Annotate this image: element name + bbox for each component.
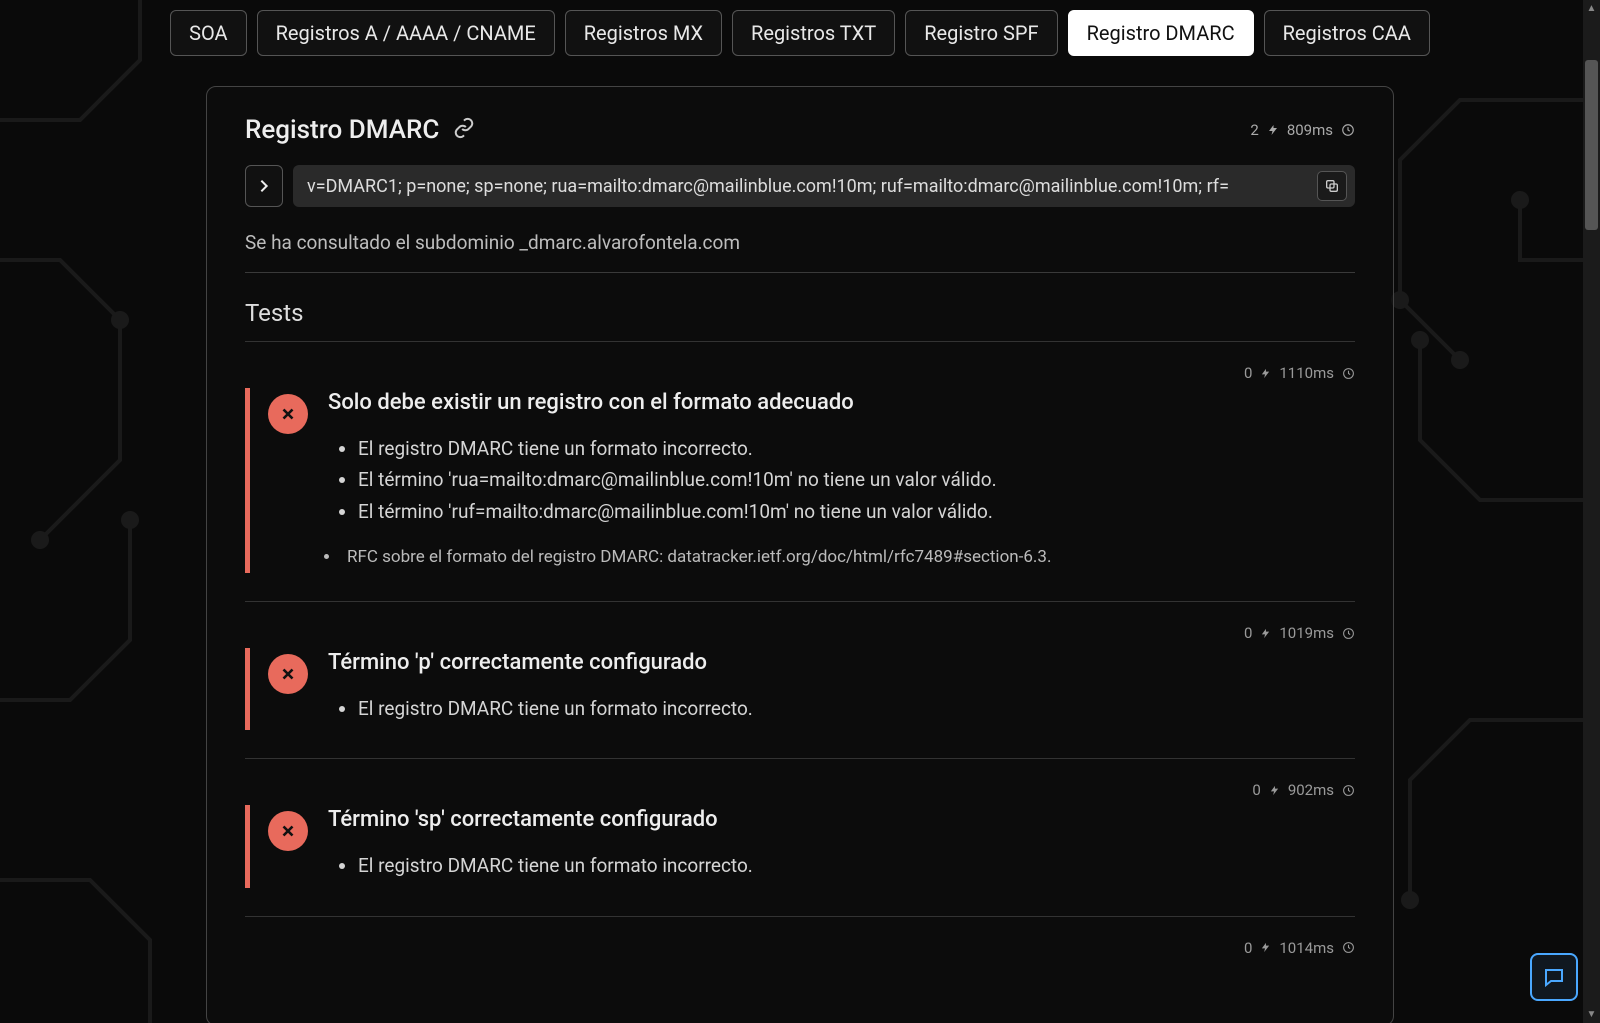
- test-point: El término 'ruf=mailto:dmarc@mailinblue.…: [358, 496, 1355, 527]
- subdomain-note: Se ha consultado el subdominio _dmarc.al…: [245, 231, 1355, 254]
- record-row: v=DMARC1; p=none; sp=none; rua=mailto:dm…: [245, 165, 1355, 207]
- bolt-icon: [1260, 627, 1271, 640]
- test-meta: 0 1019ms: [245, 624, 1355, 642]
- test-meta-count: 0: [1244, 939, 1252, 957]
- tab-soa[interactable]: SOA: [170, 10, 246, 56]
- test-content: Término 'sp' correctamente configurado El…: [328, 807, 1355, 881]
- test-points: El registro DMARC tiene un formato incor…: [328, 433, 1355, 527]
- test-body: Término 'p' correctamente configurado El …: [245, 648, 1355, 730]
- clock-icon: [1341, 123, 1355, 137]
- test-block: 0 1019ms Término 'p' correctamente configu…: [245, 624, 1355, 730]
- divider: [245, 916, 1355, 917]
- test-block: 0 1014ms: [245, 939, 1355, 957]
- test-content: Solo debe existir un registro con el for…: [328, 390, 1355, 567]
- record-value: v=DMARC1; p=none; sp=none; rua=mailto:dm…: [307, 176, 1317, 197]
- meta-count: 2: [1250, 121, 1258, 139]
- test-ref: RFC sobre el formato del registro DMARC:…: [324, 547, 1355, 567]
- test-meta-count: 0: [1244, 624, 1252, 642]
- test-point: El registro DMARC tiene un formato incor…: [358, 433, 1355, 464]
- link-icon[interactable]: [453, 117, 475, 143]
- tab-registro-spf[interactable]: Registro SPF: [905, 10, 1057, 56]
- error-status-icon: [268, 394, 308, 434]
- tab-registros-txt[interactable]: Registros TXT: [732, 10, 895, 56]
- test-body: Término 'sp' correctamente configurado El…: [245, 805, 1355, 887]
- bolt-icon: [1267, 123, 1279, 137]
- record-type-tabs: SOARegistros A / AAAA / CNAMERegistros M…: [0, 0, 1600, 56]
- divider: [245, 272, 1355, 273]
- panel-meta: 2 809ms: [1250, 121, 1355, 139]
- test-meta-time: 1110ms: [1279, 364, 1334, 382]
- record-value-box: v=DMARC1; p=none; sp=none; rua=mailto:dm…: [293, 165, 1355, 207]
- divider: [245, 758, 1355, 759]
- panel-title: Registro DMARC: [245, 115, 439, 145]
- bolt-icon: [1260, 941, 1271, 954]
- expand-record-button[interactable]: [245, 165, 283, 207]
- scrollbar[interactable]: ▲ ▼: [1583, 0, 1600, 1023]
- test-meta: 0 902ms: [245, 781, 1355, 799]
- tab-registros-mx[interactable]: Registros MX: [565, 10, 722, 56]
- ref-link[interactable]: datatracker.ietf.org/doc/html/rfc7489#se…: [667, 547, 1047, 567]
- test-points: El registro DMARC tiene un formato incor…: [328, 850, 1355, 881]
- test-point: El registro DMARC tiene un formato incor…: [358, 693, 1355, 724]
- error-status-icon: [268, 654, 308, 694]
- clock-icon: [1342, 367, 1355, 380]
- test-meta-count: 0: [1244, 364, 1252, 382]
- test-title: Término 'p' correctamente configurado: [328, 650, 1355, 675]
- test-meta-time: 902ms: [1288, 781, 1334, 799]
- scroll-down-arrow[interactable]: ▼: [1583, 1006, 1600, 1023]
- test-content: Término 'p' correctamente configurado El …: [328, 650, 1355, 724]
- test-body: Solo debe existir un registro con el for…: [245, 388, 1355, 573]
- test-title: Solo debe existir un registro con el for…: [328, 390, 1355, 415]
- test-meta: 0 1014ms: [245, 939, 1355, 957]
- tests-container: 0 1110ms Solo debe existir un registro con…: [245, 364, 1355, 957]
- clock-icon: [1342, 627, 1355, 640]
- test-title: Término 'sp' correctamente configurado: [328, 807, 1355, 832]
- test-meta-time: 1019ms: [1279, 624, 1334, 642]
- tests-heading: Tests: [245, 299, 1355, 327]
- panel-header: Registro DMARC 2 809ms: [245, 115, 1355, 145]
- divider: [245, 601, 1355, 602]
- clock-icon: [1342, 941, 1355, 954]
- test-meta-count: 0: [1252, 781, 1260, 799]
- test-refs: RFC sobre el formato del registro DMARC:…: [320, 547, 1355, 567]
- dmarc-panel: Registro DMARC 2 809ms v=DMARC1; p=none;…: [206, 86, 1394, 1023]
- chat-widget-button[interactable]: [1530, 953, 1578, 1001]
- test-point: El término 'rua=mailto:dmarc@mailinblue.…: [358, 464, 1355, 495]
- error-status-icon: [268, 811, 308, 851]
- test-block: 0 1110ms Solo debe existir un registro con…: [245, 364, 1355, 573]
- meta-time: 809ms: [1287, 121, 1333, 139]
- main-content: SOARegistros A / AAAA / CNAMERegistros M…: [0, 0, 1600, 1023]
- clock-icon: [1342, 784, 1355, 797]
- test-meta-time: 1014ms: [1279, 939, 1334, 957]
- test-points: El registro DMARC tiene un formato incor…: [328, 693, 1355, 724]
- test-meta: 0 1110ms: [245, 364, 1355, 382]
- tab-registro-dmarc[interactable]: Registro DMARC: [1068, 10, 1254, 56]
- bolt-icon: [1260, 367, 1271, 380]
- test-point: El registro DMARC tiene un formato incor…: [358, 850, 1355, 881]
- test-block: 0 902ms Término 'sp' correctamente configu…: [245, 781, 1355, 887]
- tab-registros-a-aaaa-cname[interactable]: Registros A / AAAA / CNAME: [257, 10, 555, 56]
- tab-registros-caa[interactable]: Registros CAA: [1264, 10, 1430, 56]
- scroll-up-arrow[interactable]: ▲: [1583, 0, 1600, 17]
- divider: [245, 341, 1355, 342]
- copy-record-button[interactable]: [1317, 171, 1347, 201]
- scrollbar-thumb[interactable]: [1585, 60, 1598, 230]
- bolt-icon: [1269, 784, 1280, 797]
